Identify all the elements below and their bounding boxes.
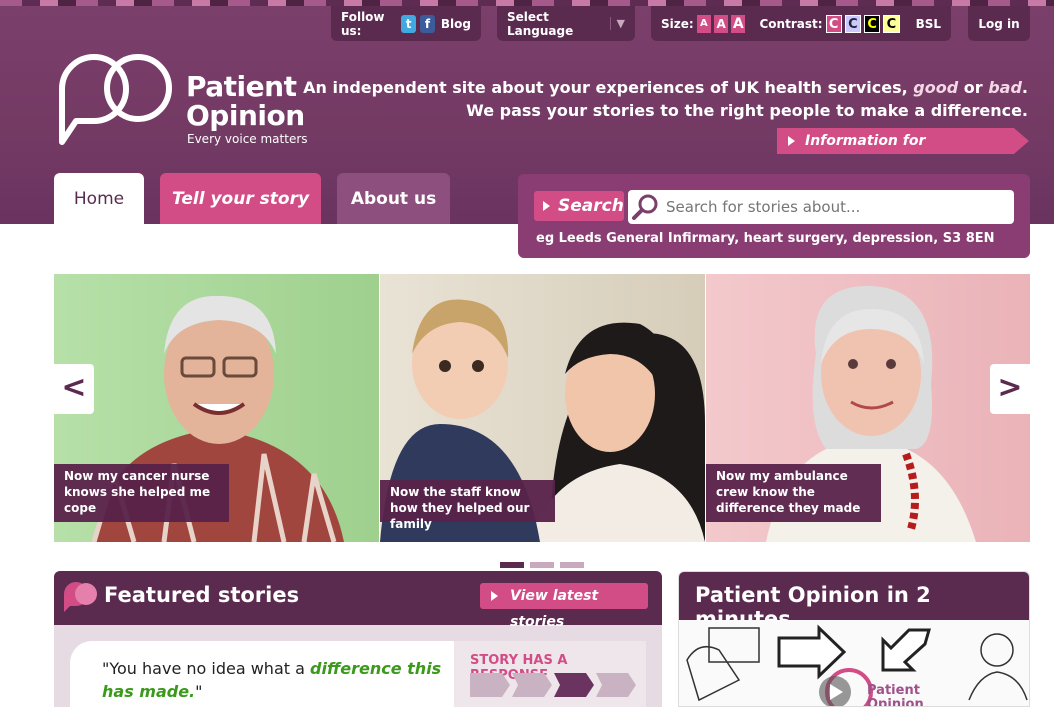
contrast-blue-button[interactable]: C	[844, 14, 862, 33]
search-hint: eg Leeds General Infirmary, heart surger…	[536, 231, 995, 246]
tab-about-us[interactable]: About us	[337, 173, 450, 224]
carousel-caption: Now my ambulance crew know the differenc…	[706, 464, 881, 522]
svg-text:Patient: Patient	[867, 683, 920, 698]
logo-wordmark: Patient Opinion	[186, 72, 305, 130]
video-thumbnail[interactable]: Patient Opinion	[679, 620, 1030, 707]
search-icon	[632, 194, 658, 220]
contrast-yellow-button[interactable]: C	[883, 14, 900, 33]
intro-text: An independent site about your experienc…	[303, 78, 914, 97]
logo-word-patient: Patient	[186, 70, 297, 103]
view-latest-stories-button[interactable]: View latest stories	[480, 583, 648, 630]
tab-tell-your-story[interactable]: Tell your story	[160, 173, 321, 224]
carousel-dot[interactable]	[530, 562, 554, 568]
video-header: Patient Opinion in 2 minutes	[679, 572, 1029, 631]
site-intro: An independent site about your experienc…	[303, 76, 1028, 122]
contrast-label: Contrast:	[759, 16, 823, 31]
accessibility-bar: Size: A A A Contrast: C C C C BSL	[651, 6, 951, 41]
quote-text: "You have no idea what a	[102, 659, 310, 678]
step-told-icon	[470, 673, 510, 697]
language-label: Select Language	[507, 9, 574, 38]
search-button[interactable]: Search	[534, 191, 624, 221]
carousel-prev-button[interactable]: <	[54, 364, 94, 414]
contrast-high-button[interactable]: C	[864, 14, 881, 33]
text-size-large-button[interactable]: A	[731, 14, 746, 33]
step-responded-icon	[554, 673, 594, 697]
carousel-next-button[interactable]: >	[990, 364, 1030, 414]
tab-home[interactable]: Home	[54, 173, 144, 224]
story-quote-card[interactable]: "You have no idea what a difference this…	[70, 641, 470, 707]
carousel-caption: Now the staff know how they helped our f…	[380, 480, 555, 531]
intro-period: .	[1021, 78, 1028, 97]
follow-label: Follow us:	[341, 9, 385, 38]
login-button[interactable]: Log in	[968, 6, 1030, 41]
story-quote: "You have no idea what a difference this…	[102, 657, 442, 703]
carousel-caption: Now my cancer nurse knows she helped me …	[54, 464, 229, 522]
search-field	[628, 190, 1014, 224]
featured-title: Featured stories	[104, 583, 300, 607]
logo-tagline: Every voice matters	[187, 132, 308, 146]
intro-line-1: An independent site about your experienc…	[303, 76, 1028, 99]
speech-bubble-icon	[64, 582, 97, 612]
video-panel: Patient Opinion in 2 minutes Patient Opi…	[678, 571, 1030, 707]
intro-or: or	[958, 78, 989, 97]
search-panel: Search eg Leeds General Infirmary, heart…	[518, 174, 1030, 258]
contrast-default-button[interactable]: C	[825, 14, 842, 33]
featured-stories-panel: Featured stories View latest stories "Yo…	[54, 571, 662, 707]
facebook-icon[interactable]: f	[420, 14, 435, 33]
intro-line-2: We pass your stories to the right people…	[466, 101, 1028, 120]
login-label: Log in	[978, 16, 1020, 31]
carousel-dot[interactable]	[500, 562, 524, 568]
story-carousel: Now my cancer nurse knows she helped me …	[54, 274, 1030, 542]
site-logo[interactable]: Patient Opinion Every voice matters	[54, 54, 314, 154]
step-read-icon	[512, 673, 552, 697]
search-input[interactable]	[666, 190, 1006, 224]
carousel-slide[interactable]: Now the staff know how they helped our f…	[380, 274, 705, 542]
professionals-button[interactable]: Information for professionals	[777, 128, 1029, 154]
follow-us-bar: Follow us: t f Blog	[331, 6, 481, 41]
carousel-slide[interactable]: Now my ambulance crew know the differenc…	[706, 274, 1030, 542]
step-changed-icon	[596, 673, 636, 697]
blog-link[interactable]: Blog	[441, 17, 471, 31]
text-size-small-button[interactable]: A	[696, 14, 711, 33]
size-label: Size:	[661, 16, 694, 31]
carousel-slide[interactable]: Now my cancer nurse knows she helped me …	[54, 274, 379, 542]
quote-close: "	[195, 682, 203, 701]
logo-speech-bubbles-icon	[59, 54, 172, 145]
intro-good: good	[913, 78, 959, 97]
response-status: STORY HAS A RESPONSE	[454, 641, 646, 707]
text-size-medium-button[interactable]: A	[713, 14, 729, 33]
chevron-down-icon: ▼	[609, 17, 625, 30]
twitter-icon[interactable]: t	[401, 14, 417, 33]
carousel-dot[interactable]	[560, 562, 584, 568]
featured-header: Featured stories View latest stories	[54, 571, 662, 630]
language-selector[interactable]: Select Language ▼	[497, 6, 635, 41]
bsl-link[interactable]: BSL	[916, 17, 941, 31]
carousel-dots	[500, 562, 590, 568]
intro-bad: bad	[988, 78, 1022, 97]
response-progress	[470, 673, 638, 697]
svg-text:Opinion: Opinion	[867, 697, 924, 707]
logo-word-opinion: Opinion	[186, 99, 305, 132]
